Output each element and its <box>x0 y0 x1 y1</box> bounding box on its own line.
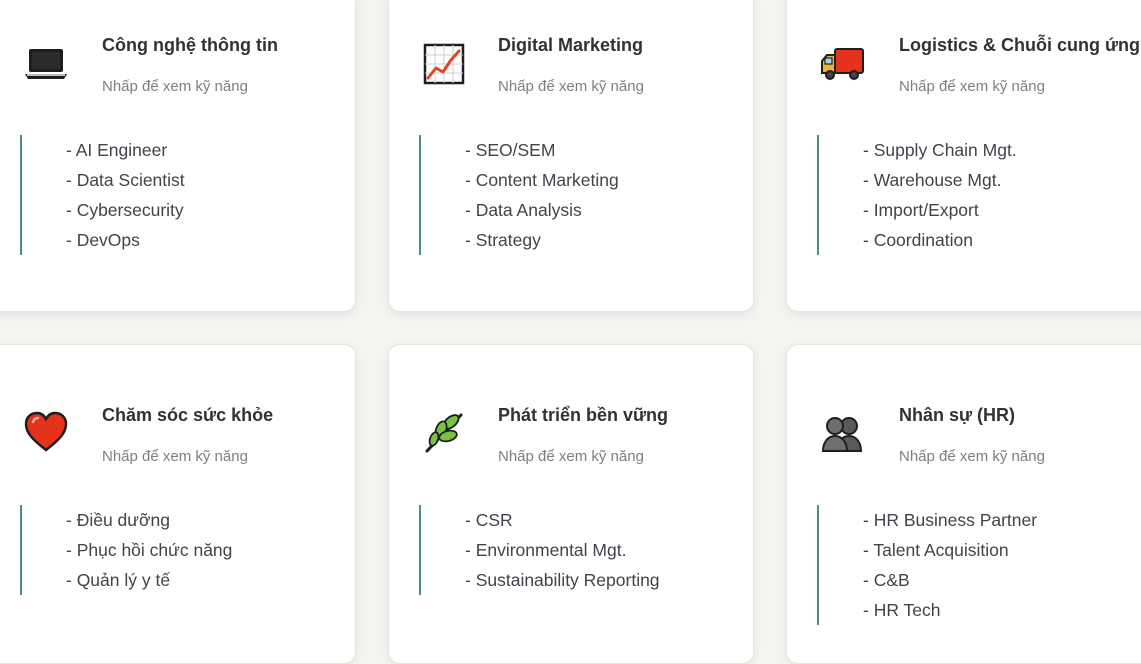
career-card-it[interactable]: Công nghệ thông tin Nhấp để xem kỹ năng … <box>0 0 356 312</box>
card-subtitle: Nhấp để xem kỹ năng <box>498 78 644 95</box>
skill-item: - Phục hồi chức năng <box>66 540 233 560</box>
card-subtitle: Nhấp để xem kỹ năng <box>899 78 1045 95</box>
skill-item: - Environmental Mgt. <box>465 540 627 560</box>
skills-list: - Điều dưỡng - Phục hồi chức năng - Quản… <box>20 505 232 595</box>
card-subtitle: Nhấp để xem kỹ năng <box>102 78 248 95</box>
herb-icon <box>421 409 467 455</box>
card-subtitle: Nhấp để xem kỹ năng <box>498 448 644 465</box>
chart-increasing-icon <box>421 41 467 87</box>
skill-item: - Content Marketing <box>465 170 619 190</box>
skill-item: - Strategy <box>465 230 541 250</box>
delivery-truck-icon <box>819 41 865 87</box>
skill-item: - Supply Chain Mgt. <box>863 140 1017 160</box>
career-card-logistics[interactable]: Logistics & Chuỗi cung ứng Nhấp để xem k… <box>786 0 1141 312</box>
skill-item: - Data Scientist <box>66 170 185 190</box>
skill-item: - HR Tech <box>863 600 941 620</box>
career-card-sustainability[interactable]: Phát triển bền vững Nhấp để xem kỹ năng … <box>388 344 754 664</box>
skill-item: - HR Business Partner <box>863 510 1038 530</box>
skill-item: - Import/Export <box>863 200 979 220</box>
skill-item: - C&B <box>863 570 910 590</box>
card-title: Công nghệ thông tin <box>102 35 278 55</box>
card-title: Nhân sự (HR) <box>899 405 1016 425</box>
card-subtitle: Nhấp để xem kỹ năng <box>899 448 1045 465</box>
card-title: Phát triển bền vững <box>498 405 669 425</box>
skill-item: - Điều dưỡng <box>66 510 170 530</box>
skill-item: - Warehouse Mgt. <box>863 170 1002 190</box>
card-title: Chăm sóc sức khỏe <box>102 405 274 425</box>
heart-icon <box>23 409 69 455</box>
skills-list: - CSR - Environmental Mgt. - Sustainabil… <box>419 505 660 595</box>
skills-list: - SEO/SEM - Content Marketing - Data Ana… <box>419 135 619 255</box>
busts-icon <box>819 409 865 455</box>
skill-item: - Sustainability Reporting <box>465 570 660 590</box>
skills-list: - AI Engineer - Data Scientist - Cyberse… <box>20 135 185 255</box>
skill-item: - Talent Acquisition <box>863 540 1009 560</box>
skill-item: - SEO/SEM <box>465 140 556 160</box>
card-title: Digital Marketing <box>498 35 644 55</box>
skills-list: - HR Business Partner - Talent Acquisiti… <box>817 505 1037 625</box>
skill-item: - CSR <box>465 510 513 530</box>
card-title: Logistics & Chuỗi cung ứng <box>899 35 1141 55</box>
skills-list: - Supply Chain Mgt. - Warehouse Mgt. - I… <box>817 135 1017 255</box>
skill-item: - Cybersecurity <box>66 200 184 220</box>
card-subtitle: Nhấp để xem kỹ năng <box>102 448 248 465</box>
career-card-hr[interactable]: Nhân sự (HR) Nhấp để xem kỹ năng - HR Bu… <box>786 344 1141 664</box>
skill-item: - Coordination <box>863 230 973 250</box>
skill-item: - Data Analysis <box>465 200 582 220</box>
skill-item: - AI Engineer <box>66 140 168 160</box>
skill-item: - Quản lý y tế <box>66 570 171 590</box>
laptop-icon <box>23 41 69 87</box>
career-card-digital-marketing[interactable]: Digital Marketing Nhấp để xem kỹ năng - … <box>388 0 754 312</box>
career-card-healthcare[interactable]: Chăm sóc sức khỏe Nhấp để xem kỹ năng - … <box>0 344 356 664</box>
skill-item: - DevOps <box>66 230 140 250</box>
